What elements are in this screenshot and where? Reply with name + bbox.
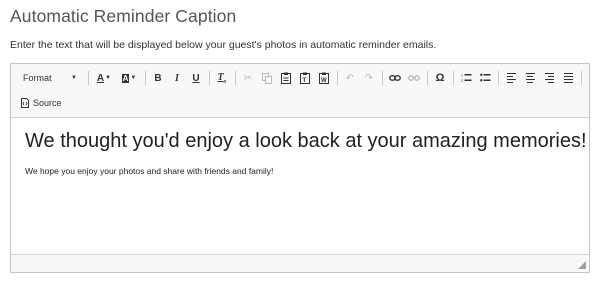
toolbar-row-1: Format ▼ A ▼ A ▼ B I U Tx ✂ T W ↶ ↷ Ω 1 … — [19, 68, 585, 88]
toolbar-separator — [453, 71, 454, 85]
align-left-button[interactable] — [502, 69, 520, 87]
paste-button[interactable] — [277, 69, 295, 87]
background-color-icon: A — [121, 73, 130, 83]
undo-button[interactable]: ↶ — [341, 69, 359, 87]
redo-icon: ↷ — [364, 72, 374, 84]
editor-heading: We thought you'd enjoy a look back at yo… — [25, 130, 587, 152]
special-character-button[interactable]: Ω — [431, 69, 449, 87]
numbered-list-icon: 12 — [461, 74, 471, 83]
underline-icon: U — [192, 72, 200, 84]
align-center-icon — [525, 72, 535, 84]
link-button[interactable] — [386, 69, 404, 87]
svg-text:1: 1 — [461, 74, 463, 78]
format-dropdown-label: Format — [23, 73, 52, 83]
paste-as-text-button[interactable]: T — [296, 69, 314, 87]
toolbar-separator — [581, 71, 582, 85]
editor-content-area[interactable]: We thought you'd enjoy a look back at yo… — [11, 118, 589, 254]
svg-text:2: 2 — [461, 79, 463, 83]
bulleted-list-icon — [479, 73, 490, 82]
align-right-icon — [544, 72, 554, 84]
page-title: Automatic Reminder Caption — [10, 6, 237, 26]
toolbar-separator — [382, 71, 383, 85]
editor-paragraph: We hope you enjoy your photos and share … — [25, 166, 274, 176]
justify-button[interactable] — [559, 69, 577, 87]
rich-text-editor: Format ▼ A ▼ A ▼ B I U Tx ✂ T W ↶ ↷ Ω 1 … — [10, 63, 590, 273]
paste-as-text-icon: T — [300, 72, 310, 84]
source-button-label: Source — [33, 98, 62, 108]
bold-button[interactable]: B — [149, 69, 167, 87]
toolbar-separator — [427, 71, 428, 85]
format-dropdown[interactable]: Format ▼ — [19, 69, 81, 87]
text-color-button[interactable]: A ▼ — [92, 69, 116, 87]
copy-icon — [262, 72, 272, 84]
align-center-button[interactable] — [521, 69, 539, 87]
page-description: Enter the text that will be displayed be… — [10, 39, 437, 51]
resize-handle-icon[interactable] — [578, 261, 586, 269]
link-icon — [389, 75, 401, 81]
chevron-down-icon: ▼ — [71, 75, 77, 81]
editor-status-bar — [11, 254, 589, 272]
paste-from-word-button[interactable]: W — [315, 69, 333, 87]
justify-icon — [563, 72, 573, 84]
copy-button[interactable] — [258, 69, 276, 87]
align-left-icon — [506, 72, 516, 84]
redo-button[interactable]: ↷ — [360, 69, 378, 87]
align-right-button[interactable] — [540, 69, 558, 87]
toolbar-separator — [337, 71, 338, 85]
chevron-down-icon: ▼ — [105, 75, 112, 81]
toolbar-separator — [88, 71, 89, 85]
italic-icon: I — [175, 72, 179, 84]
text-color-icon: A — [96, 72, 105, 84]
unlink-button[interactable] — [405, 69, 423, 87]
bulleted-list-button[interactable] — [476, 69, 494, 87]
remove-format-icon: Tx — [217, 71, 227, 85]
background-color-button[interactable]: A ▼ — [117, 69, 141, 87]
toolbar-separator — [145, 71, 146, 85]
cut-icon: ✂ — [243, 72, 253, 84]
toolbar-row-2: Source — [19, 93, 64, 113]
remove-format-button[interactable]: Tx — [213, 69, 231, 87]
svg-text:T: T — [303, 78, 307, 84]
omega-icon: Ω — [435, 72, 445, 84]
cut-button[interactable]: ✂ — [239, 69, 257, 87]
paste-icon — [281, 72, 291, 84]
paste-from-word-icon: W — [319, 72, 329, 84]
editor-toolbar: Format ▼ A ▼ A ▼ B I U Tx ✂ T W ↶ ↷ Ω 1 … — [11, 64, 589, 118]
toolbar-separator — [209, 71, 210, 85]
undo-icon: ↶ — [345, 72, 355, 84]
svg-text:W: W — [321, 78, 327, 84]
chevron-down-icon: ▼ — [130, 75, 137, 81]
toolbar-separator — [498, 71, 499, 85]
source-button[interactable]: Source — [19, 94, 64, 112]
numbered-list-button[interactable]: 12 — [457, 69, 475, 87]
italic-button[interactable]: I — [168, 69, 186, 87]
toolbar-separator — [235, 71, 236, 85]
bold-icon: B — [154, 72, 162, 84]
unlink-icon — [408, 75, 420, 81]
underline-button[interactable]: U — [187, 69, 205, 87]
source-icon — [21, 98, 29, 108]
